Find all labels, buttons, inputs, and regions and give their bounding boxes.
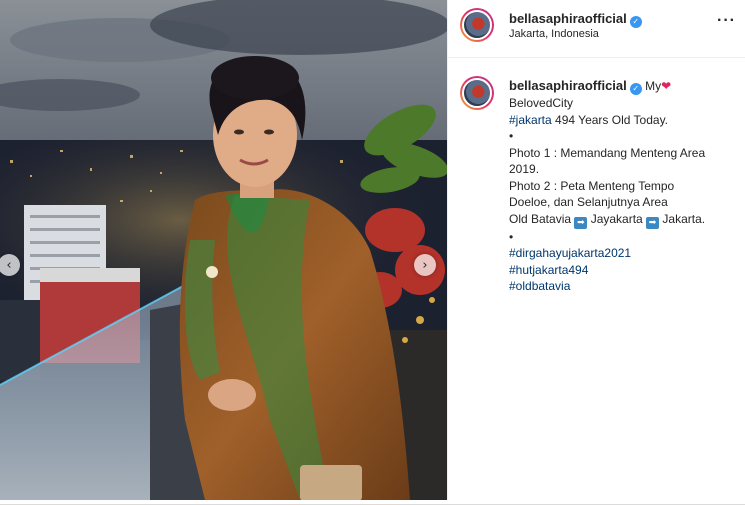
hashtag-jakarta[interactable]: #jakarta — [509, 113, 552, 127]
post-header: bellasaphiraofficial ✓ Jakarta, Indonesia… — [448, 0, 745, 58]
caption-years: 494 Years Old Today. — [551, 112, 669, 127]
caption-text: bellasaphiraofficial ✓ My❤ BelovedCity #j… — [509, 78, 734, 295]
caption-my: My — [645, 79, 662, 93]
caption-photo1-a: Photo 1 : Memandang Menteng Area — [509, 145, 706, 160]
caption-username[interactable]: bellasaphiraofficial — [509, 78, 627, 93]
caption-jakarta: Jakarta. — [659, 211, 706, 226]
hashtag-oldbatavia[interactable]: #oldbatavia — [509, 279, 570, 293]
caption-old-batavia: Old Batavia — [509, 211, 575, 226]
caption-photo2-a: Photo 2 : Peta Menteng Tempo — [509, 178, 675, 193]
chevron-right-icon[interactable]: › — [414, 254, 436, 276]
username-text[interactable]: bellasaphiraofficial — [509, 11, 627, 26]
hashtag-hutjakarta494[interactable]: #hutjakarta494 — [509, 263, 588, 277]
caption-bullet: • — [509, 129, 514, 143]
caption-photo2-b: Doeloe, dan Selanjutnya Area — [509, 195, 668, 209]
post-side-panel: bellasaphiraofficial ✓ Jakarta, Indonesia… — [447, 0, 745, 500]
caption-jayakarta: Jayakarta — [587, 211, 647, 226]
header-username[interactable]: bellasaphiraofficial ✓ — [509, 11, 642, 28]
caption-beloved: BelovedCity — [509, 96, 574, 110]
right-arrow-emoji: ➡ — [574, 216, 588, 229]
caption-photo1-b: 2019. — [509, 162, 540, 176]
heart-emoji: ❤ — [661, 79, 672, 93]
verified-badge-icon: ✓ — [629, 83, 642, 95]
verified-badge-icon: ✓ — [629, 16, 642, 28]
avatar[interactable] — [460, 8, 494, 42]
photo-illustration — [0, 0, 447, 500]
right-arrow-emoji: ➡ — [646, 216, 660, 229]
caption-bullet: • — [509, 229, 514, 244]
more-horizontal-icon[interactable]: ··· — [717, 12, 736, 30]
post-photo[interactable]: ‹ › — [0, 0, 447, 500]
instagram-post: ‹ › bellasaphiraofficial ✓ Jakarta, Indon… — [0, 0, 745, 505]
caption-avatar[interactable] — [460, 76, 494, 110]
hashtag-dirgahayujakarta2021[interactable]: #dirgahayujakarta2021 — [509, 246, 631, 260]
location-link[interactable]: Jakarta, Indonesia — [509, 28, 599, 40]
